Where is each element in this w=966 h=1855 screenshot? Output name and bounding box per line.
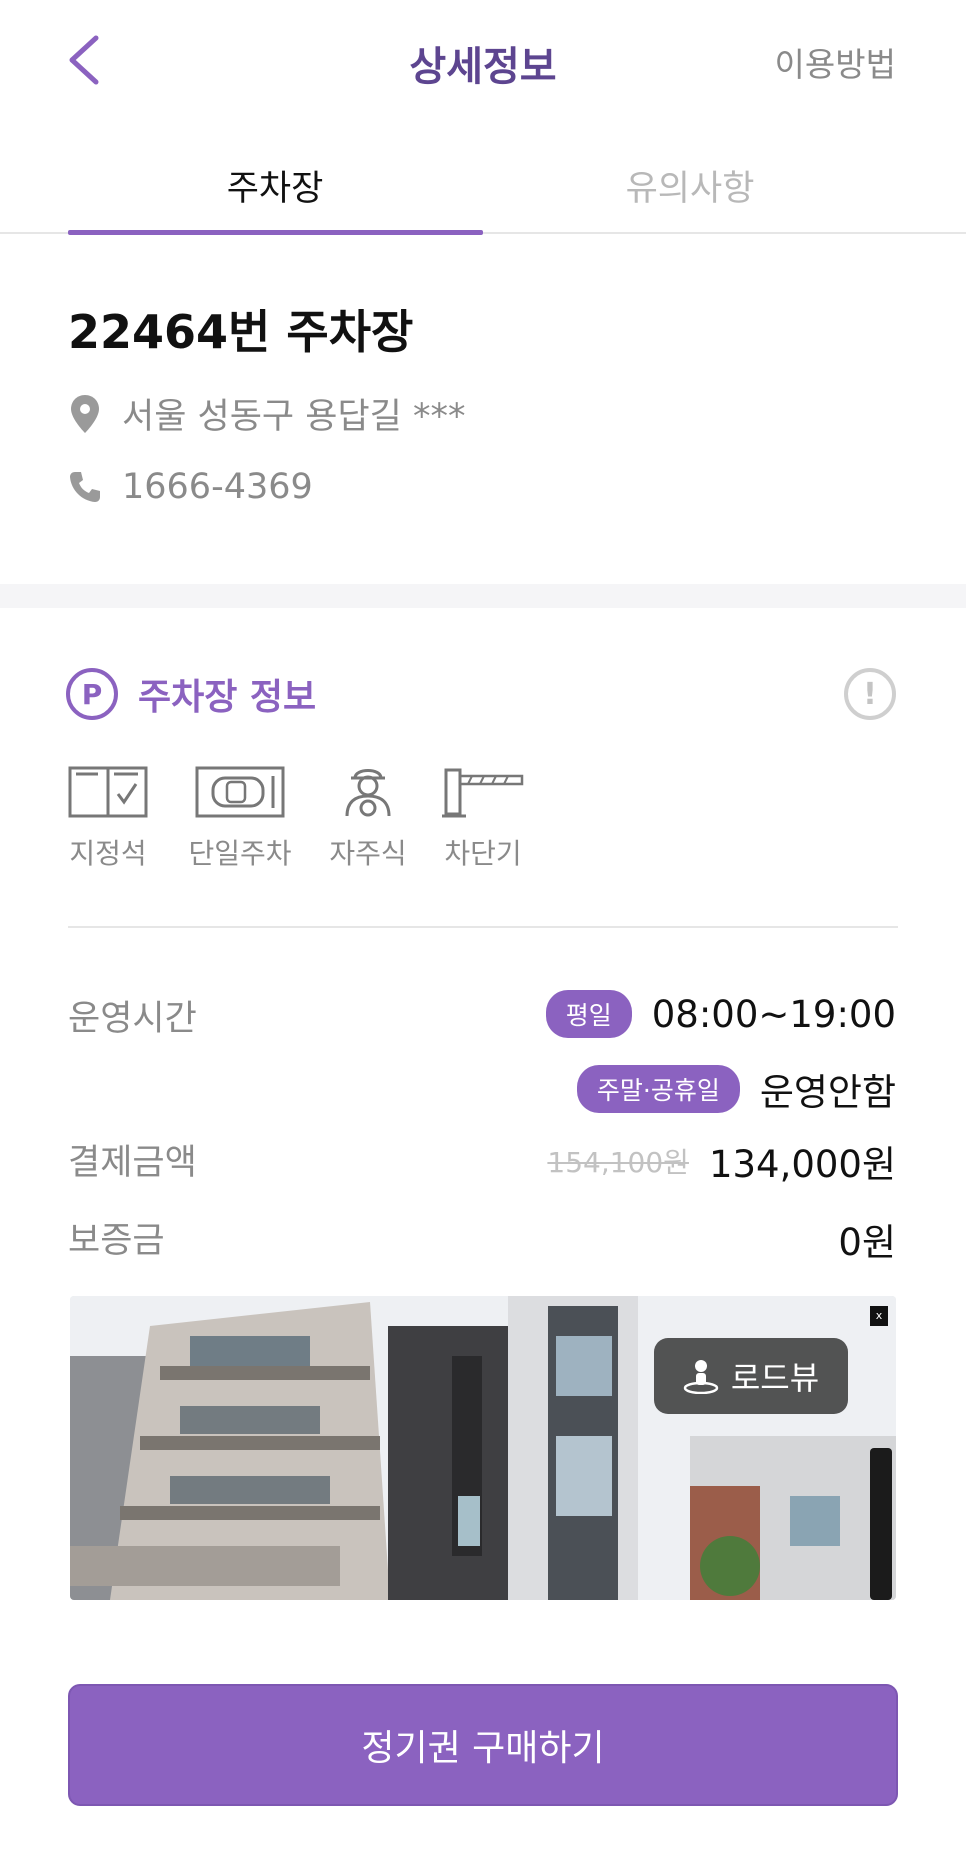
roadview-button[interactable]: 로드뷰 — [654, 1338, 848, 1414]
weekday-hours: 08:00~19:00 — [651, 992, 896, 1036]
divider — [68, 926, 898, 928]
original-price: 154,100원 — [547, 1146, 689, 1179]
tab-parking-lot[interactable]: 주차장 — [68, 160, 482, 211]
parking-p-icon: P — [66, 668, 118, 720]
roadview-label: 로드뷰 — [730, 1359, 820, 1397]
info-alert-icon[interactable]: ! — [844, 668, 896, 720]
weekend-badge: 주말·공휴일 — [576, 1065, 740, 1113]
feature-label: 지정석 — [69, 837, 147, 870]
tab-bar: 주차장 유의사항 — [0, 140, 966, 235]
feature-single-parking: 단일주차 — [182, 756, 298, 872]
payment-amount-label: 결제금액 — [68, 1143, 197, 1183]
close-icon[interactable]: x — [870, 1306, 888, 1326]
phone-row[interactable]: 1666-4369 — [68, 466, 313, 508]
deposit-value: 0원 — [838, 1221, 896, 1264]
roadview-panel[interactable]: 로드뷰 x — [70, 1296, 896, 1600]
feature-reserved-spot: 지정석 — [60, 756, 156, 872]
top-nav-bar: 상세정보 이용방법 — [0, 0, 966, 120]
map-controls[interactable] — [870, 1448, 892, 1600]
feature-list: 지정석 단일주차 자주식 차단기 — [0, 756, 966, 876]
phone-icon — [68, 466, 102, 508]
reserved-spot-icon — [60, 756, 156, 818]
address-text: 서울 성동구 용답길 *** — [122, 397, 466, 437]
barrier-gate-icon — [440, 756, 526, 818]
parking-info-title: 주차장 정보 — [138, 677, 317, 718]
parking-detail-screen: 상세정보 이용방법 주차장 유의사항 22464번 주차장 서울 성동구 용답길… — [0, 0, 966, 1855]
address-row: 서울 성동구 용답길 *** — [68, 388, 465, 439]
current-price: 134,000원 — [708, 1143, 896, 1186]
feature-label: 차단기 — [444, 837, 522, 870]
deposit-label: 보증금 — [68, 1221, 165, 1261]
feature-barrier: 차단기 — [440, 756, 526, 872]
feature-label: 자주식 — [329, 837, 407, 870]
weekday-hours-row: 평일 08:00~19:00 — [545, 990, 896, 1038]
parking-info-heading: P 주차장 정보 — [66, 668, 316, 720]
active-tab-indicator — [68, 230, 483, 235]
feature-label: 단일주차 — [188, 837, 292, 870]
tab-notes[interactable]: 유의사항 — [483, 160, 897, 211]
single-parking-icon — [182, 756, 298, 818]
usage-guide-link[interactable]: 이용방법 — [775, 38, 896, 86]
self-park-driver-icon — [326, 756, 410, 818]
feature-self-park: 자주식 — [326, 756, 410, 872]
location-pin-icon — [68, 393, 102, 435]
operating-hours-label: 운영시간 — [68, 999, 197, 1039]
weekend-hours-row: 주말·공휴일 운영안함 — [576, 1062, 896, 1116]
price-row: 154,100원 134,000원 — [547, 1134, 896, 1188]
weekend-hours: 운영안함 — [759, 1071, 896, 1114]
phone-text: 1666-4369 — [122, 467, 313, 507]
section-separator — [0, 584, 966, 608]
buy-pass-button[interactable]: 정기권 구매하기 — [68, 1684, 898, 1806]
person-pin-icon — [683, 1358, 719, 1394]
weekday-badge: 평일 — [545, 990, 632, 1038]
parking-lot-name: 22464번 주차장 — [68, 305, 414, 359]
